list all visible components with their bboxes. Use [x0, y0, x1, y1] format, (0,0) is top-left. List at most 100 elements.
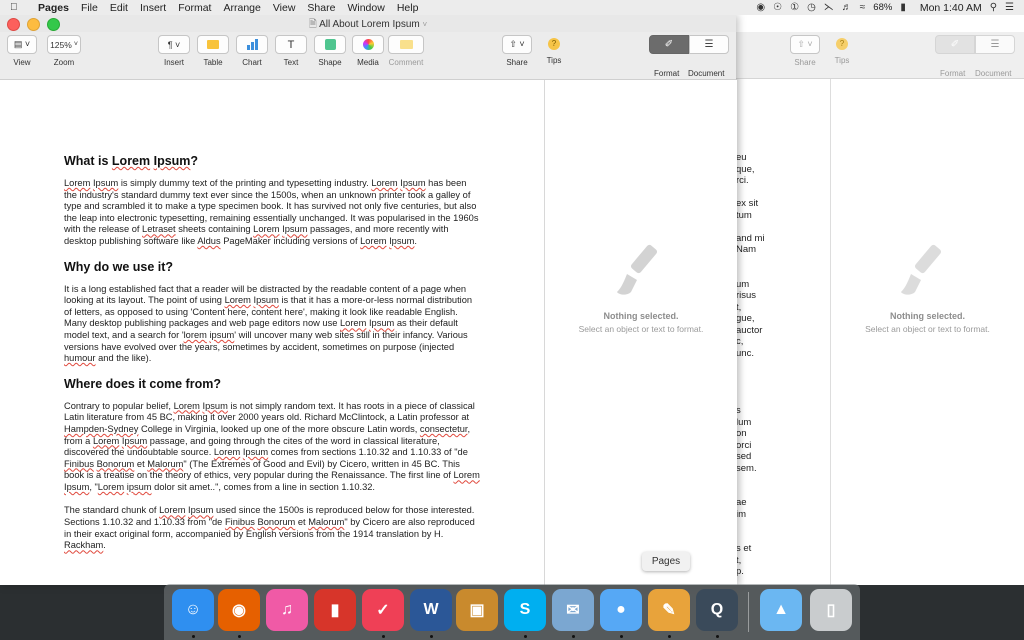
chart-button[interactable]: Chart: [236, 35, 268, 67]
bg-nothing-selected-subtitle: Select an object or text to format.: [865, 324, 990, 334]
document-canvas[interactable]: What is Lorem Ipsum? Lorem Ipsum is simpl…: [0, 80, 544, 585]
dock-separator: [748, 592, 749, 632]
peek-line: [736, 371, 826, 383]
background-toolbar: ⇧ ˅ Share ? Tips ✐ ☰ Format Document: [735, 32, 1024, 79]
peek-line: [736, 359, 826, 371]
record-icon[interactable]: ◉: [756, 2, 765, 13]
bg-share-button[interactable]: ⇧ ˅ Share: [790, 35, 820, 67]
running-indicator: [192, 635, 195, 638]
peek-line: im: [736, 509, 826, 521]
running-indicator: [238, 635, 241, 638]
document-panel-icon[interactable]: ☰: [689, 35, 729, 54]
menu-app-name[interactable]: Pages: [38, 2, 69, 14]
bg-tips-button[interactable]: ? Tips: [832, 35, 852, 65]
peek-line: sem.: [736, 462, 757, 474]
format-label: Format: [654, 69, 680, 78]
tips-icon: ?: [832, 35, 852, 52]
bg-format-brush-icon[interactable]: ✐: [935, 35, 975, 54]
menu-format[interactable]: Format: [178, 2, 211, 14]
running-indicator: [524, 635, 527, 638]
paragraph-icon: ¶ ˅: [158, 35, 190, 54]
background-pages-window[interactable]: ⇧ ˅ Share ? Tips ✐ ☰ Format Document euq…: [735, 15, 1024, 585]
folder-icon[interactable]: ▲: [760, 589, 802, 631]
dock: ☺ ◉ ♫ ▮ ✓ W ▣ S ✉ ● ✎ Q ▲ ▯: [164, 584, 860, 640]
accessibility-icon[interactable]: ☉: [773, 2, 782, 13]
wifi-icon[interactable]: ≈: [860, 2, 866, 13]
share-button[interactable]: ⇧ ˅ Share: [502, 35, 532, 67]
view-button[interactable]: ▤ ˅ View: [7, 35, 37, 67]
peek-line: auctor: [736, 324, 763, 336]
menu-window[interactable]: Window: [347, 2, 384, 14]
title-bar[interactable]: 🗎 All About Lorem Ipsum ˅: [0, 15, 736, 32]
zoom-button[interactable]: 125% ˅ Zoom: [47, 35, 81, 67]
menu-file[interactable]: File: [81, 2, 98, 14]
menu-share[interactable]: Share: [307, 2, 335, 14]
body-paragraph: It is a long established fact that a rea…: [64, 283, 473, 364]
comment-button[interactable]: Comment: [388, 35, 424, 67]
itunes-icon[interactable]: ♫: [266, 589, 308, 631]
peek-line: [736, 394, 826, 406]
bluetooth-icon[interactable]: ⋋: [824, 2, 834, 13]
menu-help[interactable]: Help: [397, 2, 419, 14]
peek-line: [736, 532, 826, 544]
peek-line: tum: [736, 210, 826, 222]
nothing-selected-title: Nothing selected.: [603, 311, 679, 321]
skype-icon[interactable]: S: [504, 589, 546, 631]
battery-percent[interactable]: 68%: [873, 2, 892, 13]
spotlight-search-icon[interactable]: ⚲: [990, 2, 997, 13]
menu-edit[interactable]: Edit: [110, 2, 128, 14]
table-icon: [197, 35, 229, 54]
finder-icon[interactable]: ☺: [172, 589, 214, 631]
menu-arrange[interactable]: Arrange: [223, 2, 260, 14]
document-page[interactable]: What is Lorem Ipsum? Lorem Ipsum is simpl…: [64, 154, 480, 564]
firefox-icon[interactable]: ◉: [218, 589, 260, 631]
peek-line: sed: [736, 451, 826, 463]
time-machine-icon[interactable]: ◷: [807, 2, 816, 13]
title-chevron-down-icon[interactable]: ˅: [423, 20, 428, 29]
clock[interactable]: Mon 1:40 AM: [920, 2, 982, 14]
parallels-icon[interactable]: ▮: [314, 589, 356, 631]
one-password-icon[interactable]: ①: [790, 2, 799, 13]
bg-document-icon[interactable]: ☰: [975, 35, 1015, 54]
bg-format-document-segment[interactable]: ✐ ☰: [935, 35, 1015, 54]
document-label: Document: [688, 69, 725, 78]
word-icon[interactable]: W: [410, 589, 452, 631]
pages-icon[interactable]: ✎: [648, 589, 690, 631]
pocket-icon[interactable]: ✓: [362, 589, 404, 631]
messages-icon[interactable]: ●: [600, 589, 642, 631]
quicktime-icon[interactable]: Q: [696, 589, 738, 631]
bg-document-label: Document: [975, 69, 1012, 78]
battery-icon[interactable]: ▮: [900, 2, 906, 13]
nothing-selected-subtitle: Select an object or text to format.: [578, 324, 704, 334]
mail-icon[interactable]: ✉: [552, 589, 594, 631]
peek-line: [736, 520, 826, 532]
peek-line: eu: [736, 152, 826, 164]
chart-icon: [236, 35, 268, 54]
apple-menu-icon[interactable]: : [10, 2, 24, 13]
pages-window[interactable]: 🗎 All About Lorem Ipsum ˅ ▤ ˅ View 125% ˅…: [0, 15, 737, 585]
preview-icon[interactable]: ▣: [456, 589, 498, 631]
section-heading: What is Lorem Ipsum?: [64, 154, 199, 168]
peek-line: [736, 221, 826, 233]
format-brush-icon[interactable]: ✐: [649, 35, 689, 54]
share-icon: ⇧ ˅: [502, 35, 532, 54]
trash-icon[interactable]: ▯: [810, 589, 852, 631]
bg-format-label: Format: [940, 69, 966, 78]
table-button[interactable]: Table: [197, 35, 229, 67]
format-document-segment[interactable]: ✐ ☰: [649, 35, 729, 54]
running-indicator: [620, 635, 623, 638]
tips-button[interactable]: ? Tips: [544, 35, 564, 65]
window-title: All About Lorem Ipsum: [319, 19, 420, 30]
text-button[interactable]: T Text: [275, 35, 307, 67]
menu-view[interactable]: View: [273, 2, 296, 14]
shape-button[interactable]: Shape: [314, 35, 346, 67]
media-button[interactable]: Media: [352, 35, 384, 67]
volume-icon[interactable]: ♬: [842, 2, 852, 13]
peek-line: [736, 474, 826, 486]
view-icon: ▤ ˅: [7, 35, 37, 54]
peek-line: rci.: [736, 175, 826, 187]
insert-button[interactable]: ¶ ˅ Insert: [158, 35, 190, 67]
notification-center-icon[interactable]: ☰: [1005, 2, 1014, 13]
section-heading: Where does it come from?: [64, 376, 221, 391]
menu-insert[interactable]: Insert: [140, 2, 166, 14]
